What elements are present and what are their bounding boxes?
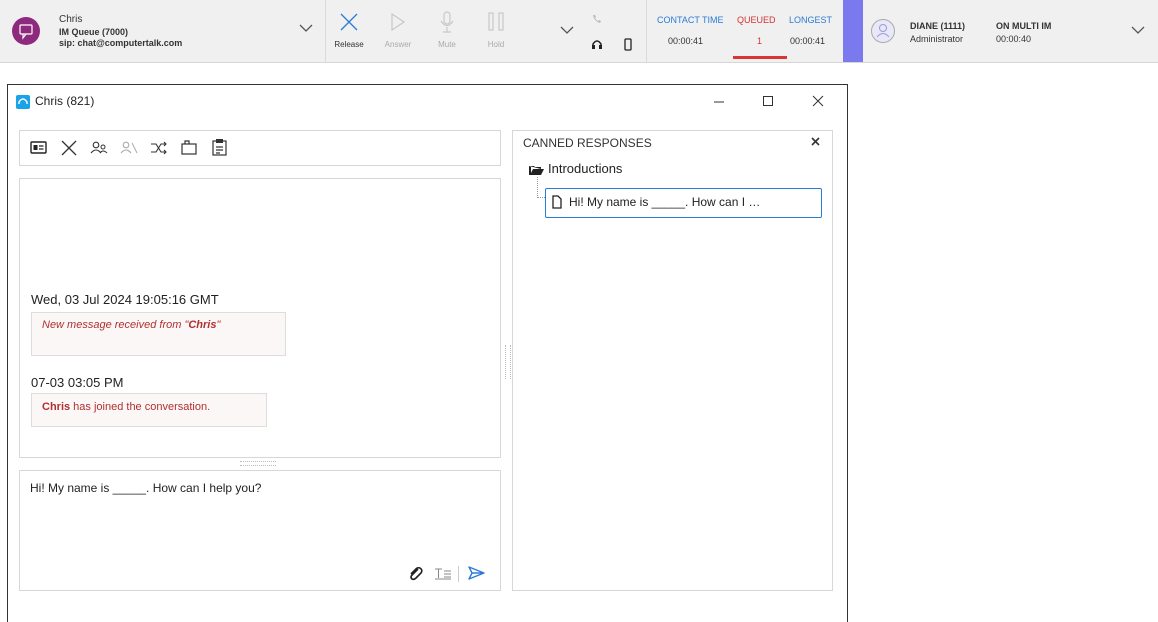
minimize-button[interactable]	[701, 88, 737, 114]
agent-toolbar: Chris IM Queue (7000) sip: chat@computer…	[0, 0, 1158, 63]
caller-name: Chris	[59, 14, 83, 25]
vertical-splitter[interactable]	[505, 345, 511, 379]
window-title: Chris (821)	[35, 94, 95, 108]
agent-avatar[interactable]	[871, 19, 895, 43]
chevron-down-icon[interactable]	[298, 22, 314, 34]
minimize-icon	[714, 101, 724, 103]
headset-app-icon	[16, 95, 30, 109]
text-format-icon	[435, 568, 451, 580]
contact-card-icon	[30, 141, 47, 154]
queued-tab-indicator	[733, 56, 787, 59]
send-icon	[468, 566, 485, 580]
longest-label: LONGEST	[789, 15, 833, 25]
close-icon	[340, 13, 358, 31]
transcript-icon	[212, 139, 227, 156]
hold-label: Hold	[487, 40, 505, 49]
canned-responses-panel: CANNED RESPONSES Introductions Hi! My na…	[512, 130, 833, 591]
mute-label: Mute	[438, 40, 456, 49]
open-folder-icon	[529, 164, 544, 175]
canned-responses-title: CANNED RESPONSES	[523, 136, 652, 150]
caller-sip: sip: chat@computertalk.com	[59, 38, 183, 48]
chevron-down-icon[interactable]	[1130, 24, 1146, 36]
message-date: Wed, 03 Jul 2024 19:05:16 GMT	[31, 292, 219, 307]
compose-area[interactable]: Hi! My name is _____. How can I help you…	[19, 470, 501, 591]
answer-label: Answer	[384, 40, 412, 49]
hold-button[interactable]: Hold	[474, 10, 518, 56]
chat-window: Chris (821) Wed, 03 Jul 2024 19:05:16 GM…	[7, 84, 848, 622]
play-icon	[391, 12, 406, 32]
close-icon	[811, 137, 820, 146]
folder-icon	[181, 140, 197, 155]
mobile-phone-icon[interactable]	[623, 38, 633, 51]
agent-name: DIANE (1111)	[910, 21, 966, 31]
paperclip-icon	[410, 566, 423, 581]
system-message-text: New message received from "Chris"	[42, 319, 221, 331]
format-text-button[interactable]	[434, 565, 452, 581]
queued-label[interactable]: QUEUED	[737, 15, 776, 25]
maximize-icon	[763, 96, 773, 106]
toolbar-divider	[458, 566, 459, 582]
transcript-button[interactable]	[208, 137, 230, 159]
conference-button[interactable]	[118, 137, 140, 159]
send-button[interactable]	[467, 564, 485, 582]
agent-state-time: 00:00:40	[996, 34, 1032, 44]
canned-response-label: Hi! My name is _____. How can I …	[569, 195, 761, 209]
maximize-button[interactable]	[750, 88, 786, 114]
pause-icon	[488, 12, 504, 31]
transfer-agent-icon	[90, 141, 108, 154]
user-icon	[876, 24, 890, 38]
canned-folder-introductions[interactable]: Introductions	[548, 161, 622, 176]
agent-state: ON MULTI IM	[996, 21, 1052, 31]
release-button[interactable]: Release	[327, 10, 371, 56]
phone-icon[interactable]	[590, 12, 604, 26]
chevron-down-icon[interactable]	[559, 24, 575, 36]
compose-input[interactable]: Hi! My name is _____. How can I help you…	[30, 481, 261, 495]
microphone-icon	[440, 11, 454, 33]
chat-channel-avatar	[12, 17, 40, 45]
contact-time-value: 00:00:41	[668, 36, 704, 46]
close-icon	[61, 140, 77, 156]
conference-icon	[120, 141, 138, 154]
redirect-icon	[151, 141, 167, 155]
contact-card-button[interactable]	[28, 137, 50, 159]
attach-button[interactable]	[407, 565, 423, 581]
window-titlebar[interactable]: Chris (821)	[8, 85, 847, 117]
join-message-sender: Chris	[42, 401, 71, 413]
tree-connector	[537, 177, 545, 198]
answer-button[interactable]: Answer	[376, 10, 420, 56]
system-message: New message received from "Chris"	[31, 312, 286, 356]
headset-icon[interactable]	[591, 38, 603, 50]
close-window-button[interactable]	[800, 88, 836, 114]
mute-button[interactable]: Mute	[425, 10, 469, 56]
release-chat-button[interactable]	[58, 137, 80, 159]
system-message-sender: Chris	[188, 319, 217, 331]
redirect-button[interactable]	[148, 137, 170, 159]
folder-button[interactable]	[178, 137, 200, 159]
close-icon	[812, 95, 824, 107]
join-message: Chris has joined the conversation.	[31, 393, 267, 427]
agent-state-color-strip	[843, 0, 863, 62]
canned-response-item[interactable]: Hi! My name is _____. How can I …	[545, 188, 822, 218]
transfer-button[interactable]	[88, 137, 110, 159]
caller-queue: IM Queue (7000)	[59, 27, 129, 37]
document-icon	[552, 195, 562, 209]
longest-value: 00:00:41	[790, 36, 826, 46]
conversation-log[interactable]: Wed, 03 Jul 2024 19:05:16 GMT New messag…	[19, 178, 501, 458]
release-label: Release	[334, 40, 364, 49]
join-message-text: Chris has joined the conversation.	[42, 401, 211, 413]
message-time: 07-03 03:05 PM	[31, 375, 124, 390]
horizontal-splitter[interactable]	[240, 461, 276, 466]
chat-toolbar	[19, 130, 501, 166]
contact-time-label: CONTACT TIME	[657, 15, 724, 25]
canned-close-button[interactable]	[809, 134, 823, 148]
queued-value: 1	[757, 36, 763, 46]
agent-role: Administrator	[910, 34, 964, 44]
chat-bubble-icon	[19, 24, 33, 40]
